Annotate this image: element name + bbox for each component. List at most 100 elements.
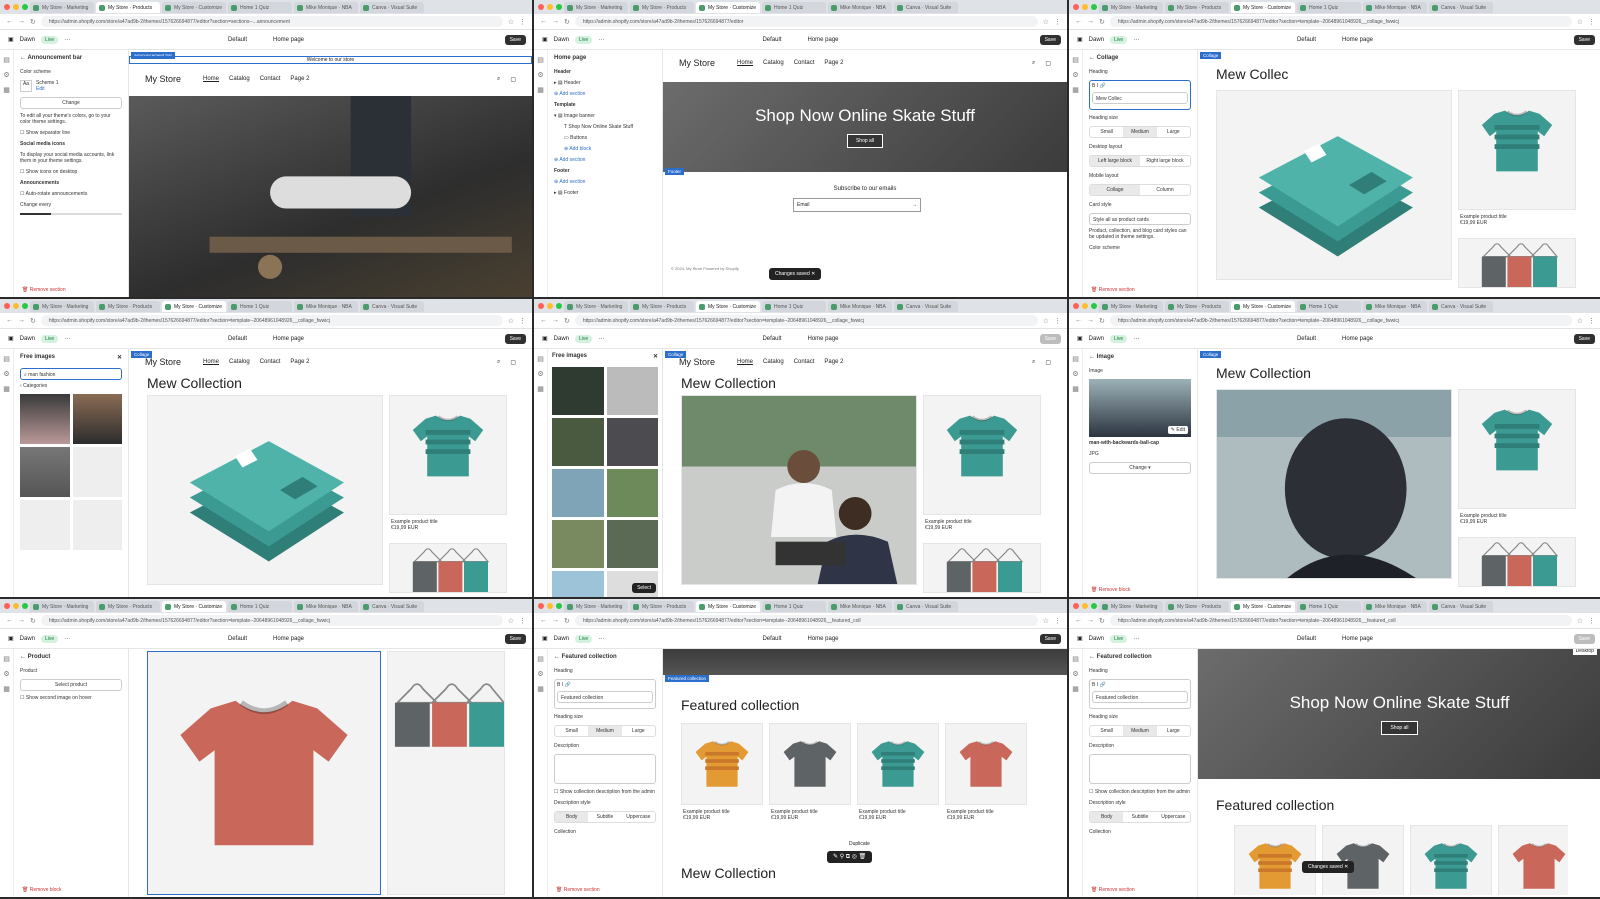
section-item[interactable]: Image banner <box>564 113 595 119</box>
more-icon[interactable]: ··· <box>598 636 604 642</box>
store-nav-link[interactable]: Home <box>737 60 753 66</box>
close-window-icon[interactable] <box>538 603 544 609</box>
zoom-window-icon[interactable] <box>1091 303 1097 309</box>
link-icon[interactable]: 🔗 <box>1100 83 1106 89</box>
description-editor[interactable] <box>1089 754 1191 784</box>
apps-icon[interactable]: ▦ <box>537 86 544 94</box>
browser-tab[interactable]: Mike Monique · NBA <box>294 600 358 612</box>
image-thumbnail[interactable] <box>552 418 604 466</box>
browser-tab[interactable]: My Store · Marketing <box>564 600 628 612</box>
apps-icon[interactable]: ▦ <box>3 385 10 393</box>
featured-heading[interactable]: Featured collection <box>681 697 799 713</box>
preview-canvas[interactable] <box>129 649 532 897</box>
forward-icon[interactable]: → <box>18 617 25 624</box>
back-icon[interactable]: ← <box>6 18 13 25</box>
checkbox-label[interactable]: Show collection description from the adm… <box>1095 789 1190 795</box>
back-icon[interactable]: ← <box>540 18 547 25</box>
shop-all-button[interactable]: Shop all <box>1381 721 1418 735</box>
featured-heading[interactable]: Featured collection <box>1216 797 1334 813</box>
block-item[interactable]: Shop Now Online Skate Stuff <box>568 124 633 130</box>
close-window-icon[interactable] <box>1073 4 1079 10</box>
forward-icon[interactable]: → <box>552 317 559 324</box>
star-icon[interactable]: ☆ <box>508 317 514 325</box>
zoom-window-icon[interactable] <box>22 303 28 309</box>
apps-icon[interactable]: ▦ <box>3 685 10 693</box>
menu-icon[interactable]: ⋮ <box>1588 617 1595 625</box>
store-nav-link[interactable]: Page 2 <box>290 359 309 365</box>
minimize-window-icon[interactable] <box>13 603 19 609</box>
image-thumbnail[interactable] <box>20 394 70 444</box>
sidebar-toggle-icon[interactable]: ▣ <box>8 335 14 342</box>
style-option[interactable]: Subtitle <box>588 812 621 822</box>
save-button[interactable]: Save <box>504 35 526 45</box>
cart-icon[interactable]: ▢ <box>1045 60 1051 67</box>
link-icon[interactable]: 🔗 <box>565 682 571 688</box>
reload-icon[interactable]: ↻ <box>1099 617 1105 625</box>
size-option[interactable]: Medium <box>588 726 622 736</box>
theme-select[interactable]: Default <box>228 636 247 642</box>
apps-icon[interactable]: ▦ <box>1072 685 1079 693</box>
email-input[interactable]: Email → <box>793 198 921 212</box>
close-window-icon[interactable] <box>4 303 10 309</box>
browser-tab[interactable]: My Store · Customize <box>162 1 226 13</box>
browser-tab[interactable]: My Store · Marketing <box>30 300 94 312</box>
close-icon[interactable]: ✕ <box>653 353 658 360</box>
collage-collection-card[interactable] <box>923 543 1041 593</box>
browser-tab[interactable]: Mike Monique · NBA <box>1363 600 1427 612</box>
browser-tab[interactable]: My Store · Customize <box>1231 300 1295 312</box>
page-select[interactable]: Home page <box>273 336 304 342</box>
minimize-window-icon[interactable] <box>547 303 553 309</box>
collage-collection-card[interactable] <box>1458 537 1576 587</box>
theme-select[interactable]: Default <box>1297 37 1316 43</box>
zoom-window-icon[interactable] <box>22 603 28 609</box>
heading-input[interactable]: Mew Collec <box>1092 92 1188 104</box>
browser-tab[interactable]: My Store · Customize <box>696 1 760 13</box>
close-window-icon[interactable] <box>538 303 544 309</box>
product-card-image[interactable] <box>769 723 851 805</box>
store-nav-link[interactable]: Page 2 <box>824 359 843 365</box>
store-nav-link[interactable]: Contact <box>794 359 815 365</box>
browser-tab[interactable]: Home 1 Quiz <box>762 300 826 312</box>
bold-icon[interactable]: B <box>1092 682 1095 688</box>
image-banner[interactable]: Shop Now Online Skate Stuff Shop all <box>663 82 1067 172</box>
back-icon[interactable]: ← <box>6 617 13 624</box>
url-input[interactable]: https://admin.shopify.com/store/a47ad9b-… <box>574 615 1038 626</box>
forward-icon[interactable]: → <box>18 317 25 324</box>
menu-icon[interactable]: ⋮ <box>519 18 526 26</box>
collage-product-card[interactable] <box>1458 389 1576 509</box>
browser-tab[interactable]: Home 1 Quiz <box>1297 600 1361 612</box>
browser-tab[interactable]: My Store · Marketing <box>30 1 94 13</box>
sidebar-toggle-icon[interactable]: ▣ <box>542 635 548 642</box>
remove-section-button[interactable]: 🗑 Remove section <box>22 287 66 293</box>
checkbox-label[interactable]: Show icons on desktop <box>26 169 77 175</box>
theme-select[interactable]: Default <box>228 37 247 43</box>
image-thumbnail[interactable] <box>72 394 122 444</box>
select-button[interactable]: Select <box>632 583 656 593</box>
more-icon[interactable]: ··· <box>64 636 70 642</box>
browser-tab[interactable]: My Store · Customize <box>1231 600 1295 612</box>
url-input[interactable]: https://admin.shopify.com/store/a47ad9b-… <box>1109 315 1572 326</box>
collage-product-card[interactable] <box>1458 90 1576 210</box>
banner-heading[interactable]: Shop Now Online Skate Stuff <box>755 106 975 126</box>
image-thumbnail[interactable] <box>552 469 604 517</box>
browser-tab[interactable]: Mike Monique · NBA <box>294 300 358 312</box>
back-icon[interactable]: ← <box>540 617 547 624</box>
checkbox-label[interactable]: Show separator line <box>26 130 70 136</box>
theme-settings-icon[interactable]: ⚙ <box>3 71 9 79</box>
browser-tab[interactable]: Home 1 Quiz <box>762 600 826 612</box>
page-select[interactable]: Home page <box>807 636 838 642</box>
theme-settings-icon[interactable]: ⚙ <box>3 670 9 678</box>
menu-icon[interactable]: ⋮ <box>1588 18 1595 26</box>
browser-tab[interactable]: Home 1 Quiz <box>762 1 826 13</box>
store-nav-link[interactable]: Contact <box>260 76 281 82</box>
browser-tab[interactable]: Canva · Visual Suite <box>1429 1 1493 13</box>
browser-tab[interactable]: Home 1 Quiz <box>228 300 292 312</box>
product-card-image[interactable] <box>1234 825 1316 895</box>
search-icon[interactable]: ⌕ <box>1032 359 1035 366</box>
shop-all-button[interactable]: Shop all <box>846 134 884 148</box>
image-thumbnail[interactable] <box>606 367 658 415</box>
zoom-window-icon[interactable] <box>1091 603 1097 609</box>
browser-tab[interactable]: Mike Monique · NBA <box>828 300 892 312</box>
browser-tab[interactable]: Canva · Visual Suite <box>360 300 424 312</box>
browser-tab[interactable]: My Store · Products <box>96 300 160 312</box>
